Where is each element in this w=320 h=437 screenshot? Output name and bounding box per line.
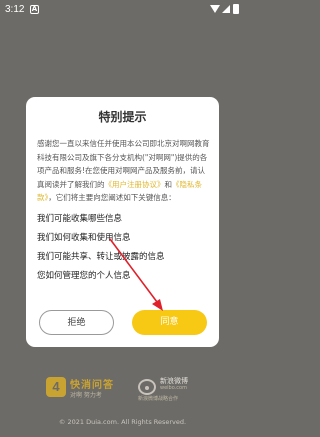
heading-use-info: 我们如何收集和使用信息: [37, 232, 131, 243]
brand-logo-icon: 4: [46, 377, 66, 397]
dialog-body[interactable]: 感谢您一直以来信任并使用本公司即北京对啊网教育科技有限公司及旗下各分支机构("对…: [37, 137, 210, 299]
reject-button[interactable]: 拒绝: [39, 310, 114, 335]
weibo-url: weibo.com: [160, 385, 187, 391]
user-agreement-link[interactable]: 《用户注册协议》: [105, 180, 165, 189]
privacy-dialog: 特别提示 感谢您一直以来信任并使用本公司即北京对啊网教育科技有限公司及旗下各分支…: [26, 97, 219, 347]
brand-logo-title: 快消问答: [70, 380, 114, 391]
and-text: 和: [164, 179, 173, 189]
status-bar: 3:12 A: [0, 0, 245, 20]
dialog-intro: 感谢您一直以来信任并使用本公司即北京对啊网教育科技有限公司及旗下各分支机构("对…: [37, 137, 210, 205]
agree-button[interactable]: 同意: [132, 310, 207, 335]
weibo-icon: [138, 379, 156, 395]
heading-collect-info: 我们可能收集哪些信息: [37, 213, 123, 224]
heading-manage-info: 您如何管理您的个人信息: [37, 270, 131, 281]
heading-share-info: 我们可能共享、转让或披露的信息: [37, 251, 165, 262]
copyright-text: © 2021 Duia.com. All Rights Reserved.: [58, 418, 187, 426]
brand-logo-left: 4 快消问答 对啊 努力考: [46, 375, 136, 403]
status-time: 3:12: [5, 4, 25, 15]
wifi-icon: [210, 5, 220, 13]
battery-icon: [233, 4, 239, 14]
notification-icon: A: [30, 5, 39, 14]
brand-logo-subtitle: 对啊 努力考: [70, 392, 102, 399]
dialog-title: 特别提示: [98, 110, 147, 124]
signal-icon: [222, 5, 230, 13]
weibo-partner-text: 新浪微博战略合作: [138, 396, 179, 402]
brand-logo-right: 新浪微博 weibo.com 新浪微博战略合作: [138, 375, 223, 403]
intro-text-part2: ，它们将主要向您阐述如下关键信息：: [48, 193, 176, 202]
